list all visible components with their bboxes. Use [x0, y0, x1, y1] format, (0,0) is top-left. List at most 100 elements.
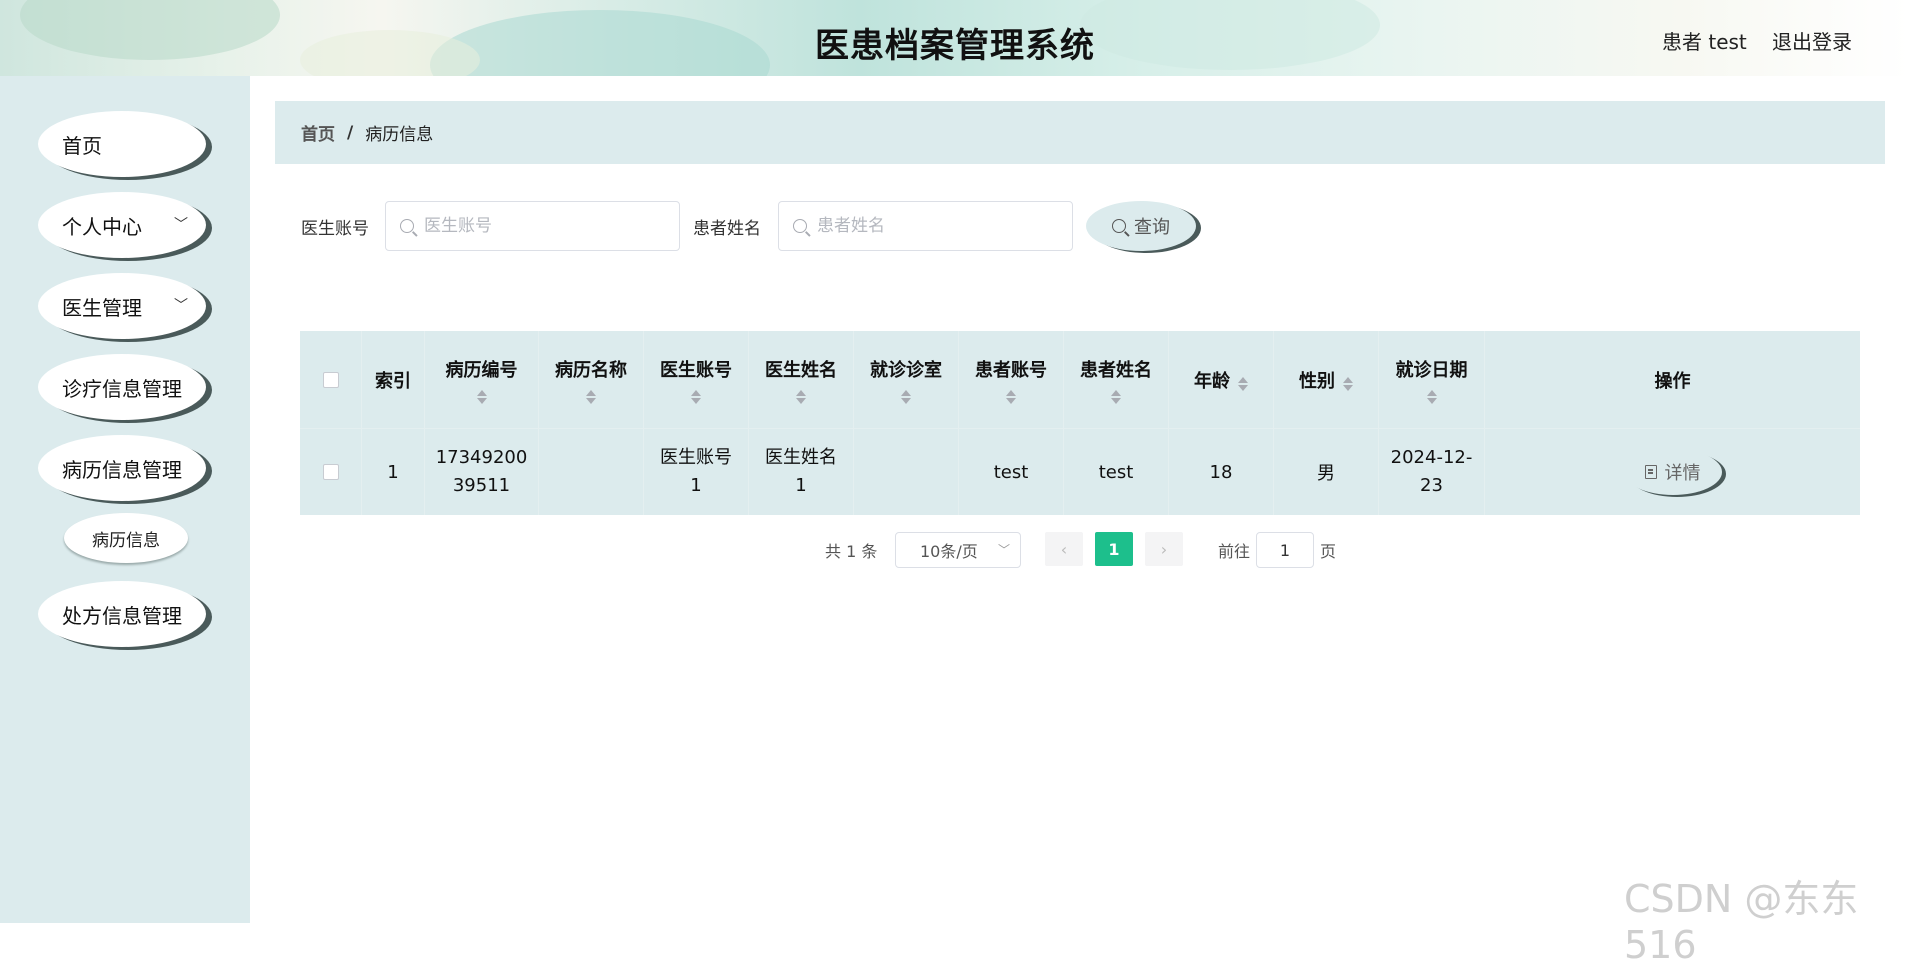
sidebar-item-label: 处方信息管理: [62, 603, 182, 628]
sidebar-item-personal-center[interactable]: 个人中心 ﹀: [38, 192, 206, 258]
sidebar-item-prescription-management[interactable]: 处方信息管理: [38, 581, 206, 647]
breadcrumb-current: 病历信息: [365, 125, 434, 145]
cell-gender: 男: [1274, 429, 1379, 515]
column-header-index: 索引: [362, 331, 425, 428]
query-button[interactable]: 查询: [1086, 201, 1196, 251]
select-all-checkbox[interactable]: [322, 371, 339, 388]
breadcrumb-home[interactable]: 首页: [301, 120, 335, 145]
sidebar-item-label: 病历信息管理: [62, 457, 182, 482]
column-header-age[interactable]: 年龄: [1169, 331, 1274, 428]
search-icon: [793, 219, 807, 233]
cell-doctor-name: 医生姓名 1: [749, 429, 854, 515]
goto-page-input[interactable]: [1256, 532, 1314, 568]
sidebar-item-diagnosis-management[interactable]: 诊疗信息管理: [38, 354, 206, 420]
page-size-select[interactable]: 10条/页 ﹀: [895, 532, 1021, 568]
sort-icon[interactable]: [586, 389, 596, 404]
column-header-record-no[interactable]: 病历编号: [425, 331, 539, 428]
column-header-gender[interactable]: 性别: [1274, 331, 1379, 428]
column-header-label: 患者姓名: [1080, 359, 1152, 381]
column-header-patient-account[interactable]: 患者账号: [959, 331, 1064, 428]
logout-link[interactable]: 退出登录: [1772, 26, 1852, 55]
cell-text: 医生姓名: [765, 447, 837, 468]
cell-index: 1: [362, 429, 425, 515]
page-suffix-label: 页: [1320, 542, 1337, 561]
column-header-label: 年龄: [1194, 370, 1230, 392]
search-icon: [400, 219, 414, 233]
medical-record-table: 索引 病历编号 病历名称 医生账号 医生姓名 就诊诊室 患者账号 患者姓名 年龄…: [300, 331, 1860, 515]
cell-text: 23: [1420, 475, 1443, 496]
cell-record-no: 17349200 39511: [425, 429, 539, 515]
sidebar-item-label: 诊疗信息管理: [62, 376, 182, 401]
column-header-label: 操作: [1654, 370, 1691, 392]
sidebar-item-home[interactable]: 首页: [38, 111, 206, 177]
cell-text: test: [993, 461, 1029, 483]
cell-text: 39511: [452, 475, 511, 496]
doctor-account-search[interactable]: [385, 201, 680, 251]
sidebar-subitem-medical-record[interactable]: 病历信息: [64, 513, 188, 563]
column-header-doctor-name[interactable]: 医生姓名: [749, 331, 854, 428]
doctor-account-input[interactable]: [424, 216, 664, 236]
cell-text: test: [1098, 461, 1134, 483]
cell-text: 1: [795, 475, 807, 496]
column-header-doctor-account[interactable]: 医生账号: [644, 331, 749, 428]
sort-icon[interactable]: [1238, 369, 1248, 391]
patient-name-input[interactable]: [817, 216, 1057, 236]
sort-icon[interactable]: [691, 389, 701, 404]
row-checkbox[interactable]: [322, 464, 339, 480]
cell-text: 医生账号: [660, 447, 732, 468]
column-header-record-name[interactable]: 病历名称: [539, 331, 644, 428]
cell-text: 18: [1209, 461, 1233, 483]
row-select: [300, 429, 362, 515]
column-header-label: 就诊日期: [1395, 359, 1468, 381]
column-header-label: 医生姓名: [765, 359, 837, 381]
cell-text: 17349200: [435, 447, 528, 468]
page-number-label: 1: [1108, 539, 1120, 559]
sidebar: 首页 个人中心 ﹀ 医生管理 ﹀ 诊疗信息管理 病历信息管理 病历信息 处方信息…: [0, 76, 250, 923]
cell-text: 1: [690, 475, 702, 496]
sort-icon[interactable]: [796, 389, 806, 404]
table-header: 索引 病历编号 病历名称 医生账号 医生姓名 就诊诊室 患者账号 患者姓名 年龄…: [300, 331, 1860, 429]
header-select-all: [300, 331, 362, 428]
watermark: CSDN @东东516: [1624, 877, 1859, 967]
cell-text: 男: [1317, 463, 1335, 484]
sort-icon[interactable]: [1343, 369, 1353, 391]
column-header-clinic-room[interactable]: 就诊诊室: [854, 331, 959, 428]
current-user-label: 患者 test: [1662, 30, 1747, 54]
page-number-button[interactable]: 1: [1095, 532, 1133, 566]
column-header-label: 患者账号: [975, 359, 1047, 381]
sidebar-item-doctor-management[interactable]: 医生管理 ﹀: [38, 273, 206, 339]
table-row: 1 17349200 39511 医生账号 1 医生姓名 1 test test…: [300, 429, 1860, 515]
chevron-down-icon: ﹀: [174, 298, 188, 314]
column-header-actions: 操作: [1485, 331, 1860, 428]
column-header-label: 病历名称: [555, 359, 627, 381]
cell-text: 2024-12-: [1390, 447, 1473, 468]
breadcrumb-separator: /: [347, 122, 354, 143]
page-size-value: 10条/页: [920, 542, 978, 561]
sidebar-item-label: 个人中心: [62, 214, 142, 239]
prev-page-button[interactable]: ‹: [1045, 532, 1083, 566]
detail-button-label: 详情: [1664, 463, 1701, 484]
sort-icon[interactable]: [1426, 389, 1437, 404]
sidebar-item-label: 医生管理: [62, 295, 142, 320]
sort-icon[interactable]: [901, 389, 911, 404]
sidebar-item-medical-record-management[interactable]: 病历信息管理: [38, 435, 206, 501]
sidebar-subitem-label: 病历信息: [92, 530, 160, 551]
cell-patient-account: test: [959, 429, 1064, 515]
detail-button[interactable]: 详情: [1623, 449, 1722, 495]
cell-patient-name: test: [1064, 429, 1169, 515]
chevron-left-icon: ‹: [1060, 539, 1068, 559]
column-header-patient-name[interactable]: 患者姓名: [1064, 331, 1169, 428]
cell-record-name: [539, 429, 644, 515]
patient-name-label: 患者姓名: [693, 219, 761, 239]
sort-icon[interactable]: [1111, 389, 1121, 404]
search-icon: [1112, 219, 1126, 233]
patient-name-search[interactable]: [778, 201, 1073, 251]
column-header-visit-date[interactable]: 就诊日期: [1379, 331, 1485, 428]
sort-icon[interactable]: [1006, 389, 1016, 404]
column-header-label: 就诊诊室: [870, 359, 942, 381]
column-header-label: 性别: [1299, 370, 1335, 392]
chevron-down-icon: ﹀: [997, 543, 1010, 557]
doctor-account-label: 医生账号: [301, 219, 369, 239]
sort-icon[interactable]: [476, 389, 487, 404]
next-page-button[interactable]: ›: [1145, 532, 1183, 566]
